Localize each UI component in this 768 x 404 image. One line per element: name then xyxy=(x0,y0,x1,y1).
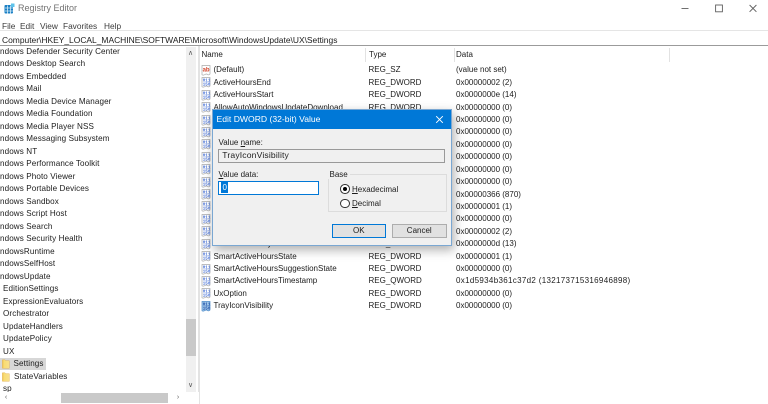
svg-text:150: 150 xyxy=(203,245,211,249)
svg-text:150: 150 xyxy=(203,158,211,162)
svg-text:150: 150 xyxy=(203,96,211,100)
svg-text:150: 150 xyxy=(203,220,211,224)
svg-text:150: 150 xyxy=(203,307,211,311)
svg-text:ab: ab xyxy=(203,67,210,73)
svg-text:150: 150 xyxy=(203,84,211,88)
svg-text:150: 150 xyxy=(203,121,211,125)
svg-text:150: 150 xyxy=(203,133,211,137)
svg-text:150: 150 xyxy=(203,295,211,299)
svg-text:150: 150 xyxy=(203,282,211,286)
svg-text:150: 150 xyxy=(203,109,211,113)
svg-text:150: 150 xyxy=(203,270,211,274)
svg-text:150: 150 xyxy=(203,258,211,262)
svg-text:150: 150 xyxy=(203,196,211,200)
svg-text:150: 150 xyxy=(203,208,211,212)
svg-text:150: 150 xyxy=(203,146,211,150)
svg-text:150: 150 xyxy=(203,233,211,237)
svg-text:150: 150 xyxy=(203,171,211,175)
svg-text:150: 150 xyxy=(203,183,211,187)
